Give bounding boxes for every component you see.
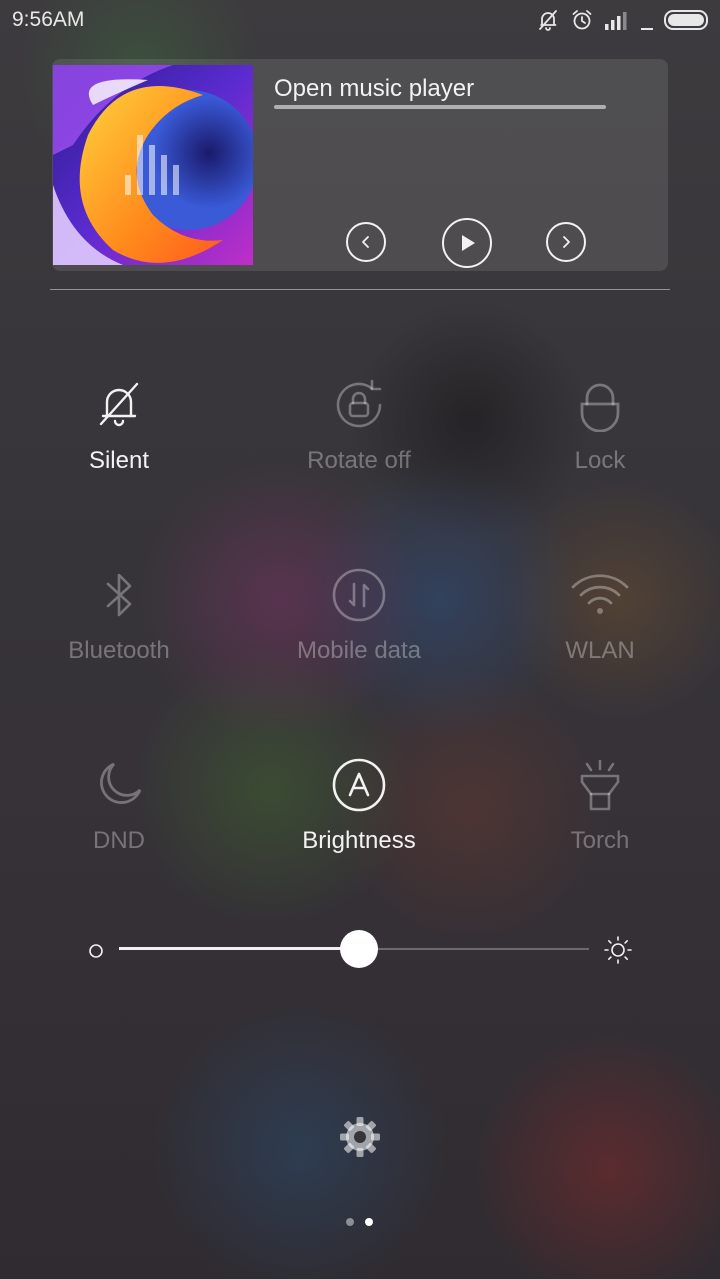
toggle-label: DND (93, 827, 145, 854)
toggle-torch[interactable]: Torch (490, 755, 710, 885)
mobile-data-icon (329, 565, 389, 625)
toggle-bluetooth[interactable]: Bluetooth (9, 565, 229, 695)
slider-thumb[interactable] (339, 930, 378, 968)
battery-icon (664, 9, 710, 31)
toggle-label: WLAN (565, 637, 635, 664)
signal-separator-icon (640, 9, 654, 31)
next-icon (563, 236, 570, 248)
toggle-label: Rotate off (307, 447, 411, 474)
previous-button[interactable] (346, 222, 386, 262)
music-widget[interactable]: Open music player (52, 59, 668, 271)
status-bar: 9:56AM (0, 0, 720, 40)
status-time: 9:56AM (12, 8, 85, 31)
moon-icon (89, 755, 149, 815)
music-title[interactable]: Open music player (274, 75, 474, 103)
divider (50, 289, 670, 290)
page-dot (365, 1218, 373, 1226)
album-art[interactable] (53, 65, 253, 265)
bluetooth-icon (89, 565, 149, 625)
previous-icon (362, 236, 369, 248)
status-icons (536, 7, 710, 33)
gear-icon (340, 1117, 380, 1157)
slider-fill (119, 947, 359, 950)
page-indicator (340, 1218, 380, 1228)
brightness-high-icon (602, 934, 634, 971)
play-button[interactable] (442, 218, 492, 268)
lock-icon (570, 375, 630, 435)
toggle-label: Torch (570, 827, 630, 854)
brightness-slider[interactable] (86, 928, 638, 972)
toggle-label: Bluetooth (68, 637, 170, 664)
flashlight-icon (570, 755, 630, 815)
settings-button[interactable] (336, 1113, 384, 1161)
toggle-label: Silent (88, 447, 150, 474)
toggle-wlan[interactable]: WLAN (490, 565, 710, 695)
brightness-low-icon (88, 943, 104, 964)
toggle-label: Lock (574, 447, 626, 474)
bell-off-icon (536, 8, 560, 32)
toggle-brightness[interactable]: Brightness (249, 755, 469, 885)
play-icon (462, 235, 475, 251)
toggle-label: Mobile data (296, 637, 422, 664)
signal-icon (604, 9, 630, 31)
toggle-mobile-data[interactable]: Mobile data (249, 565, 469, 695)
toggle-rotate[interactable]: Rotate off (249, 375, 469, 505)
alarm-icon (570, 8, 594, 32)
next-button[interactable] (546, 222, 586, 262)
rotate-lock-icon (329, 375, 389, 435)
toggle-dnd[interactable]: DND (9, 755, 229, 885)
music-progress-bar (274, 105, 606, 109)
page-dot (346, 1218, 354, 1226)
toggle-lock[interactable]: Lock (490, 375, 710, 505)
bell-off-icon (89, 375, 149, 435)
toggle-silent[interactable]: Silent (9, 375, 229, 505)
auto-brightness-icon (329, 755, 389, 815)
toggle-label: Brightness (302, 827, 416, 854)
wifi-icon (570, 565, 630, 625)
